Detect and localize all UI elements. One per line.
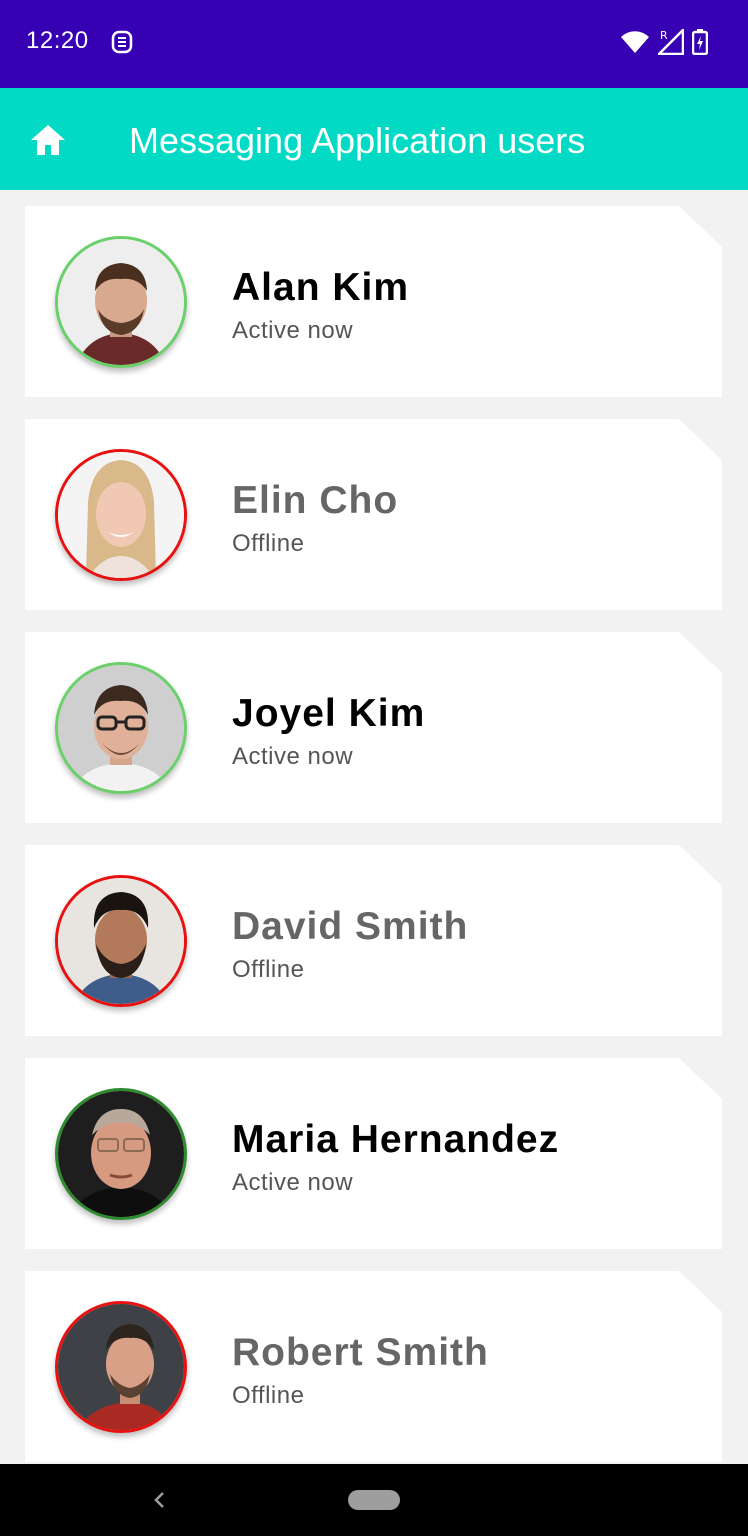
user-card-robert-smith[interactable]: Robert Smith Offline (25, 1271, 722, 1462)
avatar (55, 662, 187, 794)
user-name: Elin Cho (232, 479, 399, 522)
user-card-joyel-kim[interactable]: Joyel Kim Active now (25, 632, 722, 823)
home-gesture-pill[interactable] (348, 1490, 400, 1510)
wifi-icon (621, 31, 649, 53)
user-status: Offline (232, 1382, 305, 1409)
avatar (55, 449, 187, 581)
back-icon[interactable] (148, 1486, 172, 1514)
user-name: Alan Kim (232, 266, 410, 309)
user-card-maria-hernandez[interactable]: Maria Hernandez Active now (25, 1058, 722, 1249)
notification-icon (111, 30, 133, 54)
status-time: 12:20 (26, 27, 89, 54)
user-status: Active now (232, 1169, 354, 1196)
person-photo-icon (58, 239, 184, 365)
person-photo-icon (58, 452, 184, 578)
user-name: Robert Smith (232, 1331, 489, 1374)
user-name: Joyel Kim (232, 692, 426, 735)
avatar (55, 1301, 187, 1433)
user-status: Offline (232, 956, 305, 983)
avatar (55, 1088, 187, 1220)
status-bar: 12:20 R (0, 0, 748, 88)
user-card-alan-kim[interactable]: Alan Kim Active now (25, 206, 722, 397)
signal-icon: R (658, 29, 684, 55)
avatar (55, 875, 187, 1007)
home-icon[interactable] (28, 122, 68, 158)
person-photo-icon (58, 878, 184, 1004)
user-card-david-smith[interactable]: David Smith Offline (25, 845, 722, 1036)
battery-charging-icon (692, 29, 708, 55)
person-photo-icon (58, 665, 184, 791)
svg-text:R: R (660, 29, 668, 42)
app-bar: Messaging Application users (0, 88, 748, 190)
page-title: Messaging Application users (129, 120, 586, 161)
avatar (55, 236, 187, 368)
user-card-elin-cho[interactable]: Elin Cho Offline (25, 419, 722, 610)
navigation-bar (0, 1464, 748, 1536)
user-status: Active now (232, 317, 354, 344)
person-photo-icon (58, 1091, 184, 1217)
user-status: Offline (232, 530, 305, 557)
user-name: David Smith (232, 905, 469, 948)
user-status: Active now (232, 743, 354, 770)
user-name: Maria Hernandez (232, 1118, 560, 1161)
person-photo-icon (58, 1304, 184, 1430)
